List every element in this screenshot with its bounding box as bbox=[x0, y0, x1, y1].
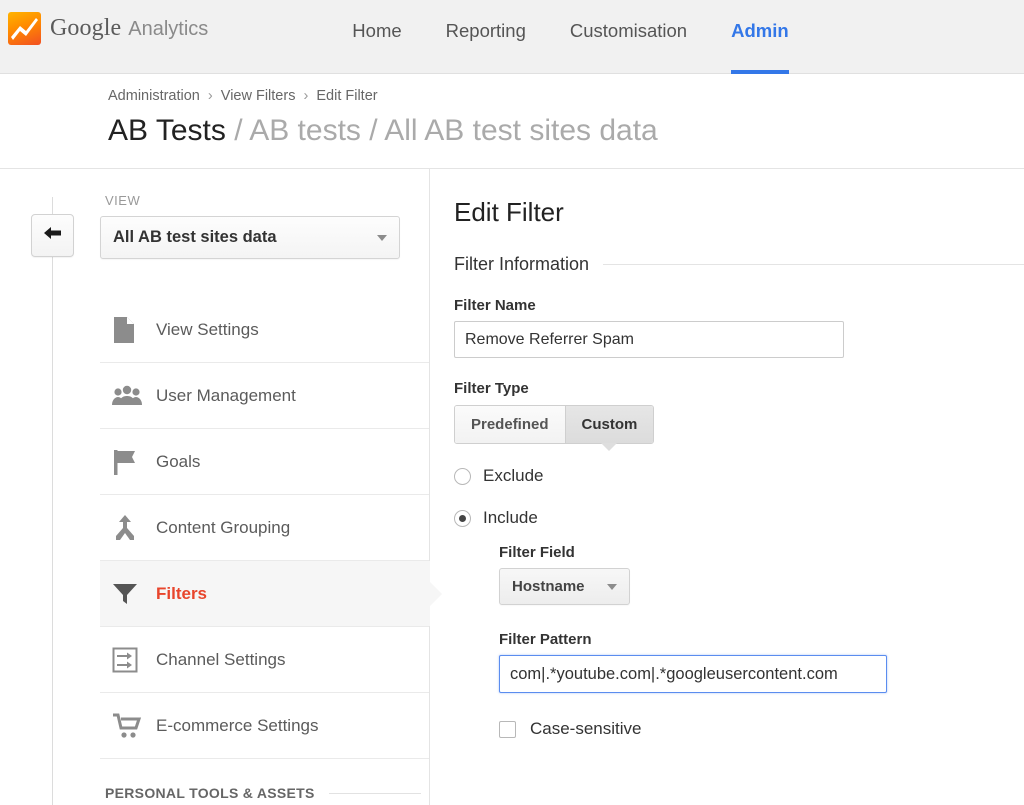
sidebar-item-label: Channel Settings bbox=[156, 649, 286, 669]
section-divider bbox=[328, 792, 421, 794]
back-arrow-icon bbox=[42, 225, 64, 246]
breadcrumb-item-view-filters[interactable]: View Filters bbox=[221, 88, 296, 104]
sidebar-item-filters[interactable]: Filters bbox=[100, 561, 442, 627]
nav-item-reporting[interactable]: Reporting bbox=[424, 0, 548, 74]
chevron-down-icon bbox=[377, 234, 387, 241]
back-rail bbox=[0, 169, 100, 805]
page-heading: Edit Filter bbox=[454, 197, 564, 227]
filter-field-group: Filter Field Hostname Filter Pattern Cas… bbox=[499, 544, 1024, 739]
flag-icon bbox=[112, 448, 156, 476]
filter-field-label: Filter Field bbox=[499, 544, 575, 561]
filter-pattern-input[interactable] bbox=[499, 655, 887, 693]
nav-item-customisation[interactable]: Customisation bbox=[548, 0, 709, 74]
main-panel: Edit Filter Filter Information Filter Na… bbox=[430, 169, 1024, 805]
filter-pattern-label: Filter Pattern bbox=[499, 631, 592, 648]
filter-mode-include-row[interactable]: Include bbox=[454, 508, 1024, 528]
breadcrumb: Administration › View Filters › Edit Fil… bbox=[108, 88, 1024, 104]
breadcrumb-item-edit-filter[interactable]: Edit Filter bbox=[316, 88, 377, 104]
filter-type-custom-button[interactable]: Custom bbox=[564, 406, 654, 451]
view-selector[interactable]: All AB test sites data bbox=[100, 216, 400, 259]
filter-mode-include-label: Include bbox=[483, 508, 538, 527]
breadcrumb-separator: › bbox=[303, 88, 309, 104]
filter-information-label: Filter Information bbox=[454, 254, 590, 274]
sidebar-section-label: PERSONAL TOOLS & ASSETS bbox=[105, 785, 315, 801]
sidebar-item-label: Content Grouping bbox=[156, 517, 291, 537]
document-icon bbox=[112, 316, 156, 344]
nav-item-home[interactable]: Home bbox=[330, 0, 423, 74]
sidebar-section-header: PERSONAL TOOLS & ASSETS bbox=[100, 785, 429, 801]
sidebar-item-ecommerce-settings[interactable]: E-commerce Settings bbox=[100, 693, 429, 759]
sidebar-item-view-settings[interactable]: View Settings bbox=[100, 297, 429, 363]
rail-divider bbox=[52, 197, 53, 805]
breadcrumb-separator: › bbox=[207, 88, 213, 104]
filter-mode-exclude-label: Exclude bbox=[483, 466, 544, 485]
sidebar-item-channel-settings[interactable]: Channel Settings bbox=[100, 627, 429, 693]
shopping-cart-icon bbox=[112, 713, 156, 739]
sidebar-item-label: View Settings bbox=[156, 320, 259, 339]
nav-item-admin[interactable]: Admin bbox=[709, 0, 811, 74]
filter-name-input[interactable] bbox=[454, 321, 844, 358]
page-title-path: / AB tests / All AB test sites data bbox=[234, 114, 658, 147]
filter-field-dropdown[interactable]: Hostname bbox=[499, 568, 630, 605]
filter-mode-exclude-row[interactable]: Exclude bbox=[454, 466, 1024, 486]
page-title: AB Tests / AB tests / All AB test sites … bbox=[108, 114, 1024, 148]
branch-merge-icon bbox=[112, 514, 156, 542]
people-icon bbox=[112, 385, 156, 407]
sidebar-menu: View Settings User Management Goals Cont… bbox=[100, 297, 442, 759]
case-sensitive-checkbox[interactable] bbox=[499, 720, 516, 738]
sidebar-item-user-management[interactable]: User Management bbox=[100, 363, 429, 429]
body: VIEW All AB test sites data View Setting… bbox=[0, 169, 1024, 805]
brand[interactable]: Google Analytics bbox=[0, 0, 208, 45]
page-title-account: AB Tests bbox=[108, 114, 226, 147]
chevron-down-icon bbox=[606, 583, 617, 590]
google-analytics-logo-icon bbox=[8, 12, 41, 45]
filter-type-label: Filter Type bbox=[454, 380, 529, 397]
sidebar-item-label: Goals bbox=[156, 451, 201, 471]
channel-arrows-icon bbox=[112, 647, 156, 673]
sidebar-item-content-grouping[interactable]: Content Grouping bbox=[100, 495, 429, 561]
case-sensitive-row[interactable]: Case-sensitive bbox=[499, 719, 1024, 739]
sidebar-item-label: Filters bbox=[156, 583, 208, 603]
sidebar-item-label: User Management bbox=[156, 385, 296, 405]
filter-name-label: Filter Name bbox=[454, 297, 536, 314]
sidebar-item-goals[interactable]: Goals bbox=[100, 429, 429, 495]
view-selector-value: All AB test sites data bbox=[113, 228, 277, 246]
top-bar: Google Analytics Home Reporting Customis… bbox=[0, 0, 1024, 74]
main-nav: Home Reporting Customisation Admin bbox=[330, 0, 810, 74]
brand-analytics-text: Analytics bbox=[128, 18, 209, 40]
case-sensitive-label: Case-sensitive bbox=[530, 719, 642, 738]
title-area: Administration › View Filters › Edit Fil… bbox=[0, 74, 1024, 169]
view-label: VIEW bbox=[105, 193, 141, 208]
filter-information-legend: Filter Information bbox=[454, 254, 1024, 275]
funnel-icon bbox=[112, 582, 156, 606]
filter-field-value: Hostname bbox=[512, 578, 585, 595]
sidebar: VIEW All AB test sites data View Setting… bbox=[100, 169, 442, 805]
radio-include[interactable] bbox=[454, 509, 471, 527]
filter-type-predefined-button[interactable]: Predefined bbox=[455, 406, 565, 443]
brand-google-text: Google bbox=[50, 15, 122, 41]
legend-divider bbox=[603, 264, 1024, 265]
radio-exclude[interactable] bbox=[454, 467, 471, 485]
breadcrumb-item-administration[interactable]: Administration bbox=[108, 88, 200, 104]
sidebar-item-label: E-commerce Settings bbox=[156, 715, 319, 735]
back-button[interactable] bbox=[31, 214, 74, 257]
filter-type-segmented-control: Predefined Custom bbox=[454, 405, 655, 451]
